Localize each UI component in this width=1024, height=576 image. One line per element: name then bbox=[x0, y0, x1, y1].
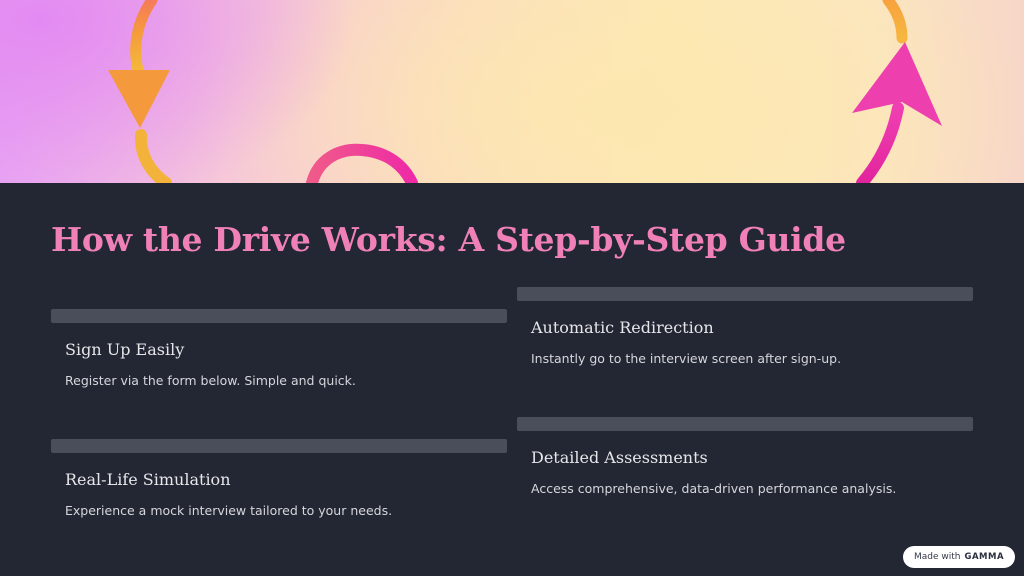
step-card-bar bbox=[51, 309, 507, 323]
step-description: Instantly go to the interview screen aft… bbox=[531, 351, 842, 366]
left-arrow-shaft bbox=[130, 0, 158, 76]
top-right-arc bbox=[882, 0, 908, 44]
step-description: Access comprehensive, data-driven perfor… bbox=[531, 481, 897, 496]
step-card-sign-up: Sign Up Easily Register via the form bel… bbox=[51, 309, 507, 388]
right-arrow-shaft bbox=[856, 102, 904, 183]
left-arrow-tail bbox=[134, 129, 172, 183]
step-card-simulation: Real-Life Simulation Experience a mock i… bbox=[51, 439, 507, 518]
gamma-logo: GAMMA bbox=[964, 552, 1005, 562]
badge-prefix: Made with bbox=[913, 552, 961, 562]
step-card-assessments: Detailed Assessments Access comprehensiv… bbox=[517, 417, 973, 496]
left-arrow-head bbox=[108, 70, 170, 128]
step-title: Real-Life Simulation bbox=[65, 470, 231, 489]
step-title: Detailed Assessments bbox=[531, 448, 708, 467]
hero-banner bbox=[0, 0, 1024, 183]
page-title: How the Drive Works: A Step-by-Step Guid… bbox=[51, 220, 846, 259]
step-card-bar bbox=[517, 417, 973, 431]
step-title: Automatic Redirection bbox=[531, 318, 714, 337]
step-card-bar bbox=[517, 287, 973, 301]
step-description: Register via the form below. Simple and … bbox=[65, 373, 356, 388]
middle-arc bbox=[306, 143, 418, 183]
step-card-redirection: Automatic Redirection Instantly go to th… bbox=[517, 287, 973, 366]
made-with-gamma-badge[interactable]: Made with GAMMA bbox=[903, 546, 1015, 568]
step-description: Experience a mock interview tailored to … bbox=[65, 503, 393, 518]
content-panel: How the Drive Works: A Step-by-Step Guid… bbox=[0, 183, 1024, 576]
hero-arrows-illustration bbox=[108, 0, 942, 183]
step-title: Sign Up Easily bbox=[65, 340, 185, 359]
step-card-bar bbox=[51, 439, 507, 453]
